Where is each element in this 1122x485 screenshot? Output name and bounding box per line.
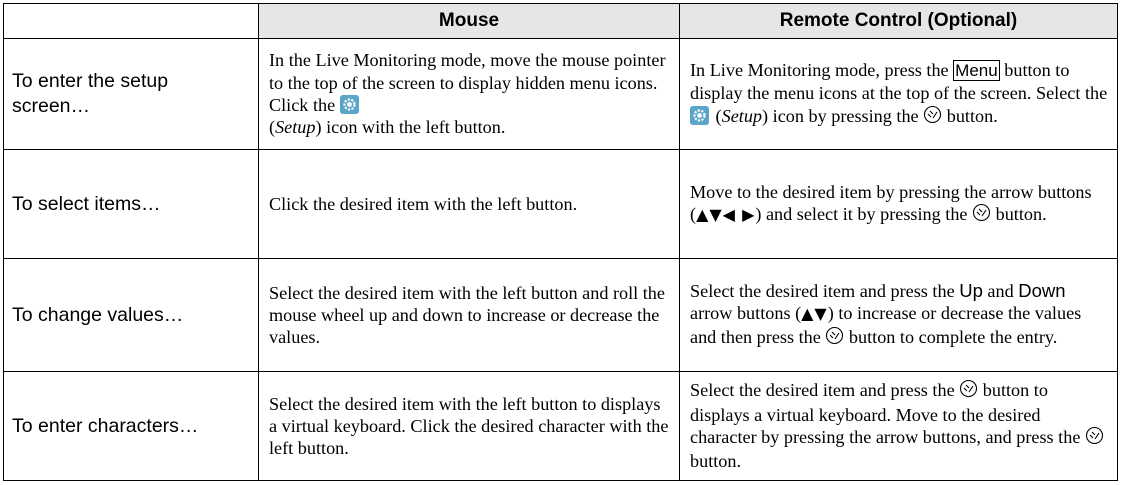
cell-text: button.	[690, 451, 742, 472]
cell-text: arrow buttons (	[690, 303, 802, 324]
menu-key: Menu	[953, 60, 1000, 82]
setup-label: Setup	[275, 117, 316, 138]
remote-cell: Select the desired item and press the bu…	[679, 371, 1118, 481]
arrow-buttons-icons: ▲▼	[801, 304, 828, 324]
select-button-icon	[923, 105, 942, 129]
row-label: To select items…	[3, 149, 259, 259]
row-label: To enter characters…	[3, 371, 259, 481]
table-row: To enter the setup screen… In the Live M…	[3, 38, 1118, 150]
table-row: To change values… Select the desired ite…	[3, 258, 1118, 372]
cell-text: icon by pressing the	[768, 105, 924, 126]
cell-text: button.	[991, 204, 1047, 224]
header-mouse: Mouse	[258, 3, 680, 39]
up-key-label: Up	[959, 280, 983, 302]
remote-cell: Select the desired item and press the Up…	[679, 258, 1118, 372]
header-row: Mouse Remote Control (Optional)	[3, 3, 1118, 39]
instructions-table: Mouse Remote Control (Optional) To enter…	[3, 3, 1118, 481]
cell-text: Select the desired item and press the	[690, 380, 960, 401]
remote-cell: Move to the desired item by pressing the…	[679, 149, 1118, 259]
row-label: To enter the setup screen…	[3, 38, 259, 150]
cell-text: Select the desired item and press the	[690, 281, 960, 302]
mouse-cell: Select the desired item with the left bu…	[258, 258, 680, 372]
select-button-icon	[825, 326, 844, 350]
cell-text: and	[982, 281, 1019, 302]
header-blank	[3, 3, 259, 39]
mouse-cell: In the Live Monitoring mode, move the mo…	[258, 38, 680, 150]
cell-text: In Live Monitoring mode, press the	[690, 60, 954, 81]
arrow-buttons-icons: ▲▼◀ ▶	[696, 205, 756, 224]
mouse-cell: Click the desired item with the left but…	[258, 149, 680, 259]
gear-icon	[339, 95, 359, 114]
cell-text: button.	[942, 105, 998, 126]
row-label: To change values…	[3, 258, 259, 372]
select-button-icon	[959, 379, 978, 403]
cell-text: ) and select it by pressing the	[755, 204, 973, 224]
table-row: To enter characters… Select the desired …	[3, 371, 1118, 481]
table-row: To select items… Click the desired item …	[3, 149, 1118, 259]
select-button-icon	[1085, 426, 1104, 450]
cell-text: icon with the left button.	[321, 117, 506, 138]
remote-cell: In Live Monitoring mode, press the Menu …	[679, 38, 1118, 150]
setup-label: Setup	[721, 105, 763, 126]
down-key-label: Down	[1018, 280, 1066, 302]
header-remote: Remote Control (Optional)	[679, 3, 1118, 39]
select-button-icon	[972, 203, 991, 227]
gear-icon	[690, 105, 709, 125]
cell-text: button to complete the entry.	[844, 326, 1058, 347]
cell-text: In the Live Monitoring mode, move the mo…	[269, 50, 666, 115]
mouse-cell: Select the desired item with the left bu…	[258, 371, 680, 481]
